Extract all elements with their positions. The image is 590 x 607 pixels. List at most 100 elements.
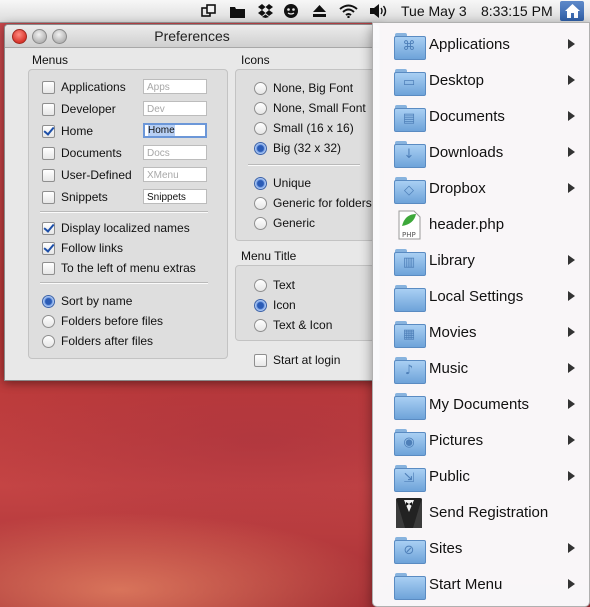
- sort-radio-sort-by-name[interactable]: Sort by name: [42, 294, 132, 308]
- checkbox[interactable]: [42, 241, 55, 255]
- menus-group-label: Menus: [32, 53, 69, 67]
- public-folder-icon: ⇲: [393, 462, 426, 492]
- menu-item-local-settings[interactable]: Local Settings: [373, 279, 589, 315]
- icon-size-radio-small-16-x-16[interactable]: Small (16 x 16): [254, 121, 354, 135]
- icon-style-radio-generic[interactable]: Generic: [254, 216, 315, 230]
- icon-size-radio-big-32-x-32[interactable]: Big (32 x 32): [254, 141, 341, 155]
- menu-item-movies[interactable]: ▦ Movies: [373, 315, 589, 351]
- divider: [248, 164, 360, 166]
- folder-icon[interactable]: [229, 3, 245, 19]
- menu-item-label: Desktop: [429, 72, 485, 89]
- radio-button[interactable]: [254, 176, 267, 190]
- checkbox[interactable]: [254, 353, 267, 367]
- checkbox[interactable]: [42, 261, 55, 275]
- checkbox[interactable]: [42, 168, 55, 182]
- sites-folder-icon: ⊘: [393, 534, 426, 564]
- menu-title-radio-text-icon-label: Text & Icon: [273, 318, 333, 332]
- menu-item-dropbox[interactable]: ◇ Dropbox: [373, 171, 589, 207]
- menu-title-field-documents[interactable]: Docs: [143, 145, 207, 160]
- icon-size-radio-none-small-font[interactable]: None, Small Font: [254, 101, 366, 115]
- radio-button[interactable]: [254, 101, 267, 115]
- checkbox[interactable]: [42, 80, 55, 94]
- menu-item-library[interactable]: ▥ Library: [373, 243, 589, 279]
- menu-item-header-php[interactable]: PHP header.php: [373, 207, 589, 243]
- menu-item-public[interactable]: ⇲ Public: [373, 459, 589, 495]
- start-at-login-checkbox[interactable]: Start at login: [254, 353, 340, 367]
- radio-button[interactable]: [254, 318, 267, 332]
- checkbox[interactable]: [42, 221, 55, 235]
- radio-button[interactable]: [254, 121, 267, 135]
- window-titlebar[interactable]: Preferences: [5, 25, 379, 48]
- option-checkbox-follow-links[interactable]: Follow links: [42, 241, 123, 255]
- menu-item-sites[interactable]: ⊘ Sites: [373, 531, 589, 567]
- icon-style-radio-generic-for-folders[interactable]: Generic for folders: [254, 196, 372, 210]
- library-folder-icon: ▥: [393, 246, 426, 276]
- sort-radio-folders-before-files[interactable]: Folders before files: [42, 314, 163, 328]
- icon-style-radio-unique[interactable]: Unique: [254, 176, 311, 190]
- sort-radio-folders-after-files[interactable]: Folders after files: [42, 334, 153, 348]
- menu-item-label: Public: [429, 468, 470, 485]
- menubar-clock[interactable]: 8:33:15 PM: [481, 3, 553, 19]
- menu-title-radio-text[interactable]: Text: [254, 278, 295, 292]
- checkbox[interactable]: [42, 124, 55, 138]
- option-checkbox-display-localized-names[interactable]: Display localized names: [42, 221, 190, 235]
- submenu-arrow-icon: [568, 39, 575, 49]
- volume-icon[interactable]: [369, 3, 389, 19]
- radio-button[interactable]: [254, 196, 267, 210]
- wifi-icon[interactable]: [338, 3, 358, 19]
- menu-item-applications[interactable]: ⌘ Applications: [373, 27, 589, 63]
- radio-button[interactable]: [254, 278, 267, 292]
- folder-icon: [393, 282, 426, 312]
- submenu-arrow-icon: [568, 363, 575, 373]
- menu-checkbox-documents[interactable]: Documents: [42, 146, 122, 160]
- menu-title-radio-text-icon[interactable]: Text & Icon: [254, 318, 332, 332]
- menu-title-field-snippets[interactable]: Snippets: [143, 189, 207, 204]
- icons-group-label: Icons: [241, 53, 270, 67]
- menu-item-start-menu[interactable]: Start Menu: [373, 567, 589, 603]
- menu-item-label: Library: [429, 252, 475, 269]
- submenu-arrow-icon: [568, 327, 575, 337]
- menu-checkbox-home[interactable]: Home: [42, 124, 93, 138]
- menu-checkbox-snippets[interactable]: Snippets: [42, 190, 108, 204]
- menu-title-field-user-defined[interactable]: XMenu: [143, 167, 207, 182]
- menu-item-downloads[interactable]: ↓ Downloads: [373, 135, 589, 171]
- radio-button[interactable]: [42, 314, 55, 328]
- menu-item-music[interactable]: ♪ Music: [373, 351, 589, 387]
- menu-checkbox-developer[interactable]: Developer: [42, 102, 116, 116]
- submenu-arrow-icon: [568, 579, 575, 589]
- menu-item-documents[interactable]: ▤ Documents: [373, 99, 589, 135]
- svg-text:PHP: PHP: [402, 231, 416, 239]
- eject-icon[interactable]: [311, 3, 327, 19]
- menu-item-send-registration[interactable]: Send Registration: [373, 495, 589, 531]
- face-icon[interactable]: [283, 3, 299, 19]
- menubar-date[interactable]: Tue May 3: [401, 3, 467, 19]
- option-checkbox-to-the-left-of-menu-extras[interactable]: To the left of menu extras: [42, 261, 196, 275]
- menu-title-radio-icon[interactable]: Icon: [254, 298, 296, 312]
- radio-button[interactable]: [254, 298, 267, 312]
- menu-title-field-developer[interactable]: Dev: [143, 101, 207, 116]
- radio-button[interactable]: [254, 216, 267, 230]
- menu-checkbox-user-defined[interactable]: User-Defined: [42, 168, 132, 182]
- menu-item-label: Pictures: [429, 432, 484, 449]
- menu-title-field-applications[interactable]: Apps: [143, 79, 207, 94]
- radio-button[interactable]: [254, 141, 267, 155]
- submenu-arrow-icon: [568, 111, 575, 121]
- radio-button[interactable]: [254, 81, 267, 95]
- icon-size-radio-none-big-font[interactable]: None, Big Font: [254, 81, 353, 95]
- checkbox[interactable]: [42, 146, 55, 160]
- checkbox[interactable]: [42, 102, 55, 116]
- home-icon[interactable]: [560, 1, 584, 21]
- radio-button[interactable]: [42, 334, 55, 348]
- menu-item-desktop[interactable]: ▭ Desktop: [373, 63, 589, 99]
- menu-title-field-home[interactable]: Home: [143, 123, 207, 138]
- menu-checkbox-applications[interactable]: Applications: [42, 80, 126, 94]
- window-title: Preferences: [154, 28, 230, 44]
- menu-checkbox-snippets-label: Snippets: [61, 190, 108, 204]
- dropbox-icon[interactable]: [257, 3, 273, 19]
- checkbox[interactable]: [42, 190, 55, 204]
- menu-item-my-documents[interactable]: My Documents: [373, 387, 589, 423]
- submenu-arrow-icon: [568, 471, 575, 481]
- window-switch-icon[interactable]: [200, 3, 216, 19]
- radio-button[interactable]: [42, 294, 55, 308]
- menu-item-pictures[interactable]: ◉ Pictures: [373, 423, 589, 459]
